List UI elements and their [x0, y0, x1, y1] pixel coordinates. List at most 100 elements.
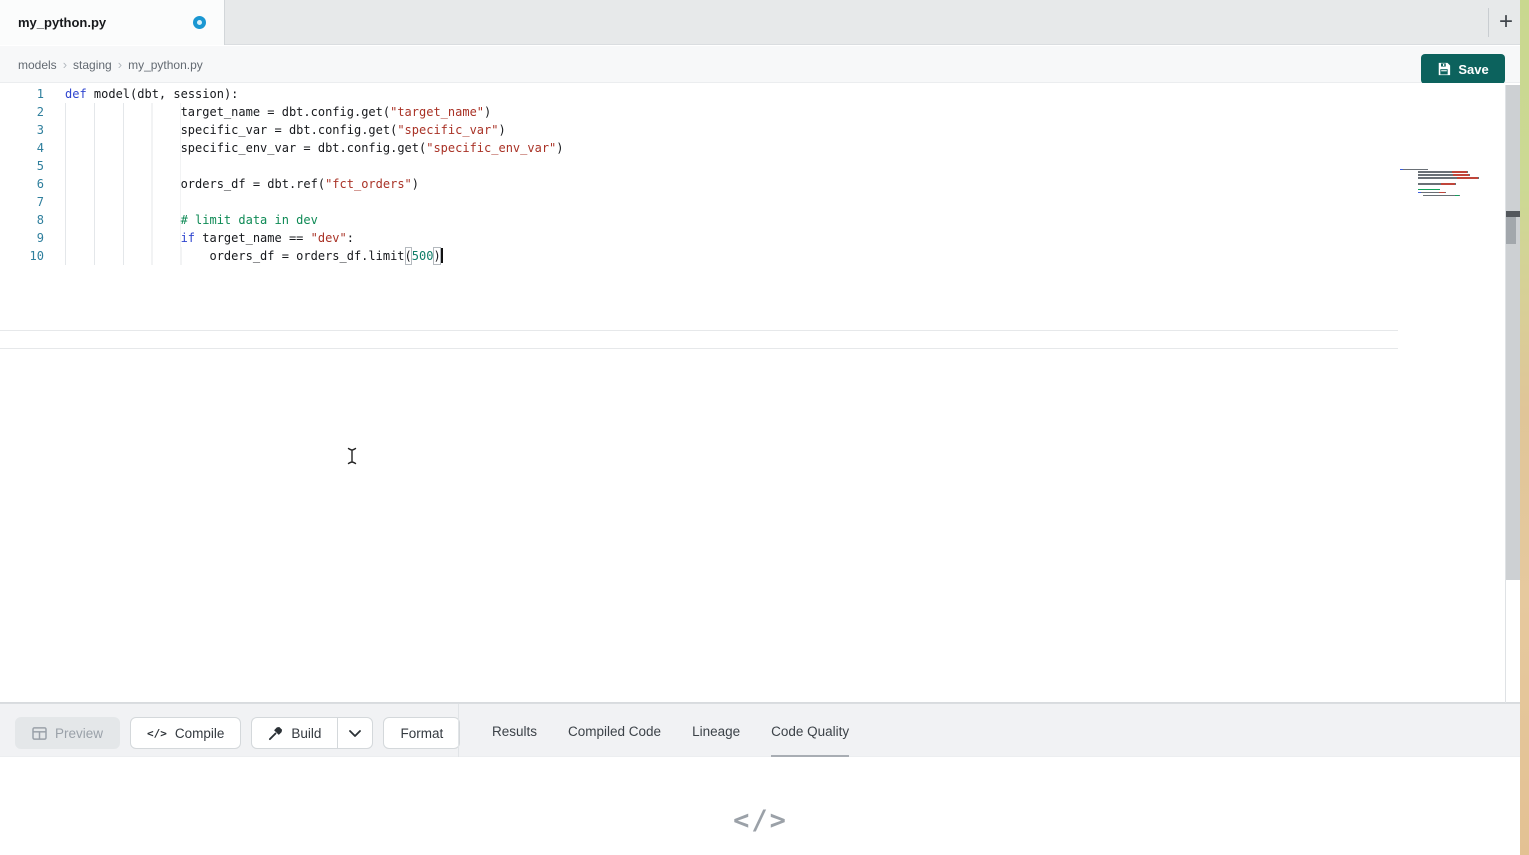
code-token: target_name == — [195, 229, 311, 247]
build-options-dropdown[interactable] — [337, 717, 373, 749]
code-line[interactable]: 9 if target_name == "dev": — [0, 229, 564, 247]
mouse-cursor-ibeam-icon — [346, 447, 358, 470]
format-button-label: Format — [400, 726, 443, 741]
current-line-highlight — [0, 330, 1398, 349]
indent-guides — [65, 175, 181, 193]
code-token: "dev" — [311, 229, 347, 247]
breadcrumb-file[interactable]: my_python.py — [128, 58, 203, 72]
line-number: 9 — [0, 229, 44, 247]
code-token: specific_env_var = dbt.config.get( — [181, 139, 427, 157]
code-token: if — [181, 229, 195, 247]
results-panel: </> — [0, 757, 1521, 855]
indent-guides — [65, 211, 181, 229]
code-token: target_name = dbt.config.get( — [181, 103, 391, 121]
compile-button[interactable]: </> Compile — [130, 717, 241, 749]
code-token: : — [347, 229, 354, 247]
chevron-down-icon — [349, 730, 361, 737]
panel-tab-code-quality[interactable]: Code Quality — [771, 704, 849, 758]
indent-guides — [65, 229, 181, 247]
code-token: ) — [433, 247, 440, 265]
chevron-right-icon: › — [63, 57, 67, 72]
code-token: ) — [484, 103, 491, 121]
minimap[interactable] — [1400, 168, 1500, 197]
preview-button[interactable]: Preview — [15, 717, 120, 749]
save-button-label: Save — [1458, 62, 1488, 77]
code-line[interactable]: 8 # limit data in dev — [0, 211, 564, 229]
code-empty-state-icon: </> — [0, 805, 1521, 836]
breadcrumb-bar: models › staging › my_python.py Save — [0, 46, 1521, 83]
code-token: "target_name" — [390, 103, 484, 121]
code-token: 500 — [412, 247, 434, 265]
plus-icon: + — [1499, 8, 1513, 35]
code-line[interactable]: 5 — [0, 157, 564, 175]
code-token: "specific_var" — [397, 121, 498, 139]
code-token: orders_df = orders_df.limit — [209, 247, 404, 265]
panel-tab-results[interactable]: Results — [492, 704, 537, 758]
code-line[interactable]: 2 target_name = dbt.config.get("target_na… — [0, 103, 564, 121]
code-line[interactable]: 1def model(dbt, session): — [0, 85, 564, 103]
text-caret — [441, 248, 443, 263]
indent-guides — [65, 139, 181, 157]
code-token: # limit data in dev — [181, 211, 318, 229]
scrollbar-thumb[interactable] — [1506, 217, 1516, 244]
bottom-toolbar: Preview </> Compile Build — [0, 703, 1521, 757]
editor-scrollbar[interactable] — [1506, 85, 1521, 580]
save-button[interactable]: Save — [1421, 54, 1505, 84]
code-token: model(dbt, session): — [87, 85, 239, 103]
line-number: 8 — [0, 211, 44, 229]
chevron-right-icon: › — [118, 57, 122, 72]
code-token: ) — [556, 139, 563, 157]
code-area[interactable]: 1def model(dbt, session):2 target_name = … — [0, 85, 564, 265]
code-token: "specific_env_var" — [426, 139, 556, 157]
code-token: ( — [405, 247, 412, 265]
line-number: 5 — [0, 157, 44, 175]
file-tab-bar: my_python.py + — [0, 0, 1521, 45]
floppy-disk-icon — [1437, 62, 1451, 76]
indent-guides — [65, 121, 181, 139]
build-split-button: Build — [251, 717, 373, 749]
code-line[interactable]: 7 — [0, 193, 564, 211]
line-number: 3 — [0, 121, 44, 139]
tabbar-divider — [1488, 8, 1489, 37]
table-icon — [32, 727, 47, 740]
format-button[interactable]: Format — [383, 717, 460, 749]
breadcrumb: models › staging › my_python.py — [18, 46, 203, 83]
indent-guides — [65, 103, 181, 121]
panel-tab-compiled-code[interactable]: Compiled Code — [568, 704, 661, 758]
code-line[interactable]: 6orders_df = dbt.ref("fct_orders") — [0, 175, 564, 193]
right-accent-strip — [1520, 0, 1529, 855]
indent-guides — [65, 193, 181, 211]
new-tab-button[interactable]: + — [1493, 6, 1519, 38]
line-number: 4 — [0, 139, 44, 157]
code-brackets-icon: </> — [147, 727, 167, 740]
file-tab-my-python[interactable]: my_python.py — [0, 0, 225, 45]
toolbar-buttons: Preview </> Compile Build — [15, 717, 460, 749]
build-button-label: Build — [291, 726, 321, 741]
code-token: ) — [498, 121, 505, 139]
preview-button-label: Preview — [55, 726, 103, 741]
code-token: ) — [412, 175, 419, 193]
unsaved-changes-indicator — [193, 16, 206, 29]
line-number: 2 — [0, 103, 44, 121]
minimap-line — [1400, 194, 1500, 197]
ide-window: my_python.py + models › staging › my_pyt… — [0, 0, 1529, 855]
code-line[interactable]: 10 orders_df = orders_df.limit(500) — [0, 247, 564, 265]
line-number: 1 — [0, 85, 44, 103]
code-line[interactable]: 4 specific_env_var = dbt.config.get("spec… — [0, 139, 564, 157]
breadcrumb-staging[interactable]: staging — [73, 58, 112, 72]
toolbar-divider — [458, 704, 459, 757]
build-button[interactable]: Build — [251, 717, 337, 749]
hammer-icon — [268, 726, 283, 741]
panel-tab-lineage[interactable]: Lineage — [692, 704, 740, 758]
indent-guides — [65, 157, 181, 175]
code-editor[interactable]: 1def model(dbt, session):2 target_name = … — [0, 83, 1521, 703]
code-token: "fct_orders" — [325, 175, 412, 193]
panel-tab-bar: Results Compiled Code Lineage Code Quality — [492, 704, 849, 758]
code-line[interactable]: 3specific_var = dbt.config.get("specific… — [0, 121, 564, 139]
line-number: 6 — [0, 175, 44, 193]
breadcrumb-models[interactable]: models — [18, 58, 57, 72]
line-number: 7 — [0, 193, 44, 211]
line-number: 10 — [0, 247, 44, 265]
file-tab-label: my_python.py — [18, 15, 106, 30]
indent-guides — [65, 247, 209, 265]
